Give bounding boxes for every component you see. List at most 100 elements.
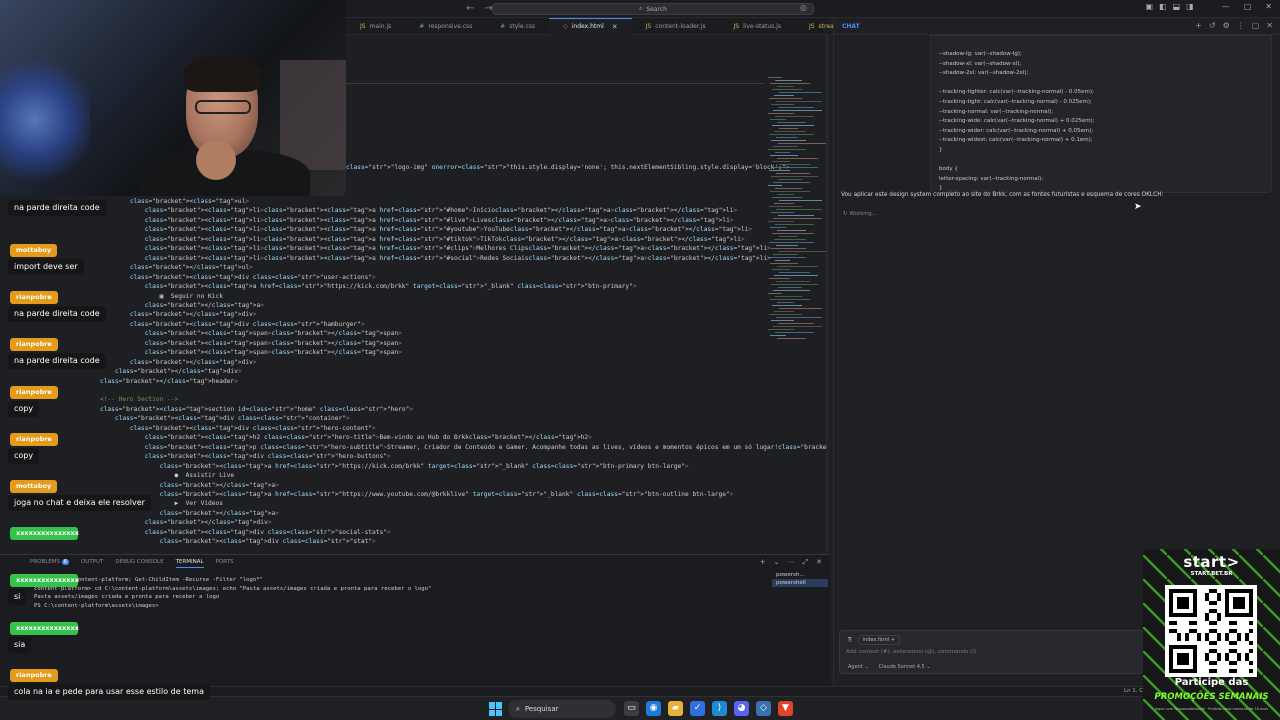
close-icon[interactable]: ✕ bbox=[1265, 2, 1272, 11]
editor-tab[interactable]: JS live-status.js bbox=[720, 18, 795, 35]
qr-module bbox=[1209, 589, 1213, 593]
code-line[interactable]: class="bracket"><class="tag">a href=clas… bbox=[100, 282, 637, 291]
code-line[interactable]: class="bracket"><class="tag">div class=c… bbox=[100, 320, 365, 329]
maximize-panel-icon[interactable]: ⤢ bbox=[803, 558, 809, 567]
code-line[interactable]: class="bracket"><class="tag">span>class=… bbox=[100, 329, 402, 338]
code-line[interactable]: class="bracket"><class="tag">div class=c… bbox=[100, 528, 391, 537]
vscode-icon[interactable]: ⟩ bbox=[712, 701, 727, 716]
close-icon[interactable]: ✕ bbox=[1266, 21, 1273, 30]
discord-icon[interactable]: ◕ bbox=[734, 701, 749, 716]
chat-input-box[interactable]: ⎘ index.html + Add context (#), extensio… bbox=[839, 630, 1144, 674]
minimize-icon[interactable]: — bbox=[1222, 2, 1230, 11]
taskbar-search[interactable]: ⌕ Pesquisar bbox=[508, 700, 616, 718]
code-line[interactable]: class="bracket"></class="tag">header> bbox=[100, 377, 238, 386]
code-line[interactable]: class="bracket"><class="tag">li>class="b… bbox=[100, 206, 738, 215]
terminal-instance[interactable]: powershell bbox=[772, 579, 828, 587]
copilot-icon[interactable]: ◎ bbox=[800, 3, 807, 12]
code-line[interactable]: class="bracket"><class="tag">a href=clas… bbox=[100, 490, 734, 499]
todo-icon[interactable]: ✓ bbox=[690, 701, 705, 716]
code-line[interactable]: class="bracket"></class="tag">div> bbox=[100, 358, 257, 367]
new-chat-icon[interactable]: + bbox=[1195, 21, 1202, 30]
code-line[interactable]: class="bracket"><class="tag">div class=c… bbox=[100, 424, 376, 433]
add-terminal-icon[interactable]: + bbox=[760, 558, 766, 567]
code-line[interactable]: class="bracket"><class="tag">div class=c… bbox=[100, 273, 376, 282]
panel-tab-terminal[interactable]: TERMINAL bbox=[175, 559, 204, 568]
gear-icon[interactable]: ⚙ bbox=[1223, 21, 1230, 30]
minimap-line bbox=[769, 314, 802, 315]
attach-icon[interactable]: ⎘ bbox=[848, 637, 852, 643]
panel-tab-debug-console[interactable]: DEBUG CONSOLE bbox=[115, 559, 163, 568]
panel-tab-problems[interactable]: PROBLEMS 6 bbox=[30, 559, 69, 568]
task-view-icon[interactable]: ▭ bbox=[624, 701, 639, 716]
code-line[interactable]: class="bracket"></class="tag">div> bbox=[100, 518, 272, 527]
command-center-search[interactable]: ⌕ Search bbox=[492, 3, 814, 15]
code-line[interactable]: class="bracket"><class="tag">li>class="b… bbox=[100, 254, 771, 263]
maximize-icon[interactable]: ▢ bbox=[1244, 2, 1252, 11]
model-select[interactable]: Claude Sonnet 4.5 ⌄ bbox=[879, 664, 931, 670]
code-line[interactable]: <!-- Hero Section --> bbox=[100, 395, 178, 404]
code-line[interactable]: class="bracket"><class="tag">li>class="b… bbox=[100, 216, 734, 225]
qr-module bbox=[1233, 597, 1245, 609]
qr-module bbox=[1205, 597, 1209, 601]
code-line[interactable]: class="bracket"><class="tag">h2 class=cl… bbox=[100, 433, 592, 442]
panel-tab-ports[interactable]: PORTS bbox=[216, 559, 234, 568]
arrow-left-icon[interactable]: ← bbox=[466, 3, 474, 14]
editor-tab[interactable]: ◇ index.html ✕ bbox=[549, 17, 632, 35]
code-line[interactable]: class="str">"logo-img" onerror=class="st… bbox=[346, 163, 789, 172]
file-explorer-icon[interactable]: ▰ bbox=[668, 701, 683, 716]
app-icon[interactable]: ◇ bbox=[756, 701, 771, 716]
code-line[interactable]: class="bracket"></class="tag">a> bbox=[100, 481, 279, 490]
minimap-line bbox=[776, 317, 822, 318]
agent-mode-select[interactable]: Agent ⌄ bbox=[848, 664, 869, 670]
code-line[interactable]: class="bracket"><class="tag">ul> bbox=[100, 197, 249, 206]
code-line[interactable]: class="bracket"><class="tag">span>class=… bbox=[100, 348, 402, 357]
close-panel-icon[interactable]: ✕ bbox=[816, 558, 822, 567]
editor-scrollbar[interactable] bbox=[826, 35, 830, 552]
qr-module bbox=[1245, 653, 1249, 657]
editor-tab[interactable]: # style.css bbox=[486, 18, 549, 35]
code-line[interactable]: class="bracket"><class="tag">div class=c… bbox=[100, 452, 391, 461]
chat-username: rianpobre bbox=[10, 338, 58, 352]
chat-input-placeholder[interactable]: Add context (#), extensions (@), command… bbox=[846, 649, 976, 655]
file-chip[interactable]: index.html + bbox=[857, 635, 901, 645]
panel-toggle-icon[interactable]: ◧ bbox=[1159, 2, 1167, 11]
code-line[interactable]: class="bracket"></class="tag">ul> bbox=[100, 263, 253, 272]
code-line[interactable]: class="bracket"><class="tag">a href=clas… bbox=[100, 462, 689, 471]
history-icon[interactable]: ↺ bbox=[1209, 21, 1216, 30]
code-line[interactable]: class="bracket"><class="tag">div class=c… bbox=[100, 537, 376, 546]
close-icon[interactable]: ✕ bbox=[612, 23, 618, 31]
code-line[interactable]: class="bracket"><class="tag">p class=cla… bbox=[100, 443, 828, 452]
tab-label: responsive.css bbox=[428, 22, 473, 30]
code-line[interactable]: class="bracket"></class="tag">div> bbox=[100, 310, 257, 319]
more-icon[interactable]: ⋯ bbox=[788, 558, 795, 567]
cursor-position[interactable]: Ln 1, C bbox=[1124, 688, 1143, 694]
brave-icon[interactable]: ▼ bbox=[778, 701, 793, 716]
code-line[interactable]: ● Assistir Live bbox=[100, 471, 235, 480]
minimap[interactable] bbox=[768, 77, 826, 342]
code-line[interactable]: class="bracket"><class="tag">span>class=… bbox=[100, 339, 402, 348]
code-line[interactable]: class="bracket"></class="tag">div> bbox=[100, 367, 242, 376]
terminal-instance[interactable]: powersh... bbox=[772, 571, 828, 579]
code-line[interactable]: class="bracket"><class="tag">li>class="b… bbox=[100, 225, 752, 234]
editor-tab-bar: JS main.js # responsive.css # style.css ◇ index… bbox=[346, 17, 884, 35]
panel-tab-output[interactable]: OUTPUT bbox=[81, 559, 103, 568]
editor-tab[interactable]: # responsive.css bbox=[405, 18, 486, 35]
chrome-icon[interactable]: ◉ bbox=[646, 701, 661, 716]
chat-title[interactable]: CHAT bbox=[842, 23, 860, 30]
sidebar-right-icon[interactable]: ◨ bbox=[1186, 2, 1194, 11]
editor-tab[interactable]: JS main.js bbox=[346, 18, 405, 35]
windows-start-icon[interactable] bbox=[489, 702, 503, 716]
code-line[interactable]: class="bracket"><class="tag">li>class="b… bbox=[100, 235, 745, 244]
code-line[interactable]: class="bracket"><class="tag">li>class="b… bbox=[100, 244, 771, 253]
editor-tab[interactable]: JS content-loader.js bbox=[632, 18, 720, 35]
code-line[interactable]: class="bracket"><class="tag">section id=… bbox=[100, 405, 413, 414]
chat-code-line: --tracking-tighter: calc(var(--tracking-… bbox=[939, 89, 1094, 96]
layout-icon[interactable]: ▣ bbox=[1145, 2, 1153, 11]
code-line[interactable]: ▣ Seguir no Kick bbox=[100, 292, 223, 301]
chevron-down-icon[interactable]: ⌄ bbox=[774, 558, 780, 567]
more-icon[interactable]: ⋮ bbox=[1237, 21, 1245, 30]
code-line[interactable]: class="bracket"></class="tag">a> bbox=[100, 301, 264, 310]
maximize-icon[interactable]: ▢ bbox=[1252, 21, 1260, 30]
code-line[interactable]: class="bracket"><class="tag">div class=c… bbox=[100, 414, 350, 423]
panel-bottom-icon[interactable]: ⬓ bbox=[1173, 2, 1181, 11]
